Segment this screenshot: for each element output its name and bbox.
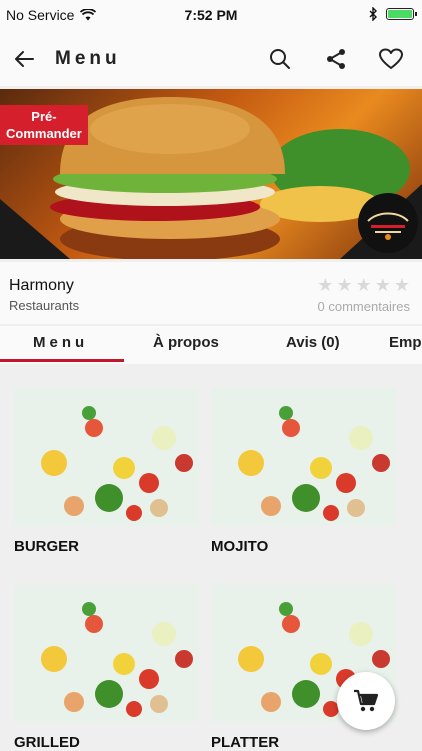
preorder-badge[interactable]: Pré- Commander: [0, 105, 88, 145]
menu-card-image: [211, 388, 396, 526]
logo-mark: [367, 212, 409, 240]
menu-card-image: [14, 584, 199, 722]
produce-item: [238, 450, 264, 476]
menu-card-label: GRILLED: [14, 734, 80, 751]
bluetooth-icon: [369, 7, 377, 21]
produce-item: [150, 695, 168, 713]
produce-item: [372, 650, 390, 668]
menu-card-label: BURGER: [14, 538, 80, 555]
produce-item: [292, 680, 320, 708]
produce-item: [292, 484, 320, 512]
produce-item: [85, 615, 103, 633]
status-time: 7:52 PM: [184, 7, 238, 23]
status-bar: No Service 7:52 PM: [0, 0, 422, 32]
restaurant-category: Restaurants: [9, 298, 80, 313]
produce-item: [64, 692, 84, 712]
tab-location[interactable]: Emp: [389, 334, 422, 351]
produce-item: [372, 454, 390, 472]
hero-banner: Pré- Commander: [0, 89, 422, 259]
produce-illustration: [41, 602, 193, 717]
star-icon: ★: [317, 275, 334, 295]
app-bar: Menu: [0, 32, 422, 86]
star-icon: ★: [374, 275, 391, 295]
produce-item: [82, 406, 96, 420]
search-button[interactable]: [266, 45, 294, 73]
produce-item: [279, 406, 293, 420]
produce-item: [349, 622, 373, 646]
back-arrow-icon: [15, 51, 34, 67]
produce-item: [347, 499, 365, 517]
rating-stars[interactable]: ★ ★ ★ ★ ★: [317, 276, 410, 294]
produce-item: [113, 653, 135, 675]
produce-item: [152, 622, 176, 646]
preorder-label: Pré- Commander: [6, 109, 82, 141]
tab-menu[interactable]: Menu: [33, 334, 88, 351]
share-button[interactable]: [322, 45, 350, 73]
restaurant-name: Harmony: [9, 277, 74, 294]
produce-item: [139, 473, 159, 493]
produce-illustration: [41, 406, 193, 521]
produce-item: [349, 426, 373, 450]
produce-item: [150, 499, 168, 517]
produce-item: [310, 653, 332, 675]
menu-card-image: [14, 388, 199, 526]
produce-item: [113, 457, 135, 479]
menu-card-grilled[interactable]: GRILLED: [14, 584, 199, 751]
produce-item: [126, 505, 142, 521]
star-icon: ★: [393, 275, 410, 295]
menu-card-mojito[interactable]: MOJITO: [211, 388, 396, 555]
page-title: Menu: [55, 48, 121, 69]
comments-count[interactable]: 0 commentaires: [318, 299, 410, 314]
star-icon: ★: [336, 275, 353, 295]
tab-about[interactable]: À propos: [153, 334, 219, 351]
status-right: [369, 7, 417, 21]
menu-card-label: MOJITO: [211, 538, 269, 555]
produce-item: [139, 669, 159, 689]
produce-item: [95, 484, 123, 512]
cart-button[interactable]: [337, 672, 395, 730]
produce-item: [175, 650, 193, 668]
produce-item: [261, 692, 281, 712]
cart-icon: [354, 689, 379, 712]
produce-item: [261, 496, 281, 516]
active-tab-indicator: [0, 359, 124, 362]
produce-item: [64, 496, 84, 516]
produce-item: [282, 615, 300, 633]
restaurant-info: Harmony Restaurants ★ ★ ★ ★ ★ 0 commenta…: [0, 262, 422, 324]
tab-reviews[interactable]: Avis (0): [286, 334, 340, 351]
produce-illustration: [238, 406, 390, 521]
produce-item: [336, 473, 356, 493]
favorite-button[interactable]: [377, 45, 405, 73]
produce-item: [152, 426, 176, 450]
back-button[interactable]: [10, 45, 38, 73]
produce-item: [279, 602, 293, 616]
produce-item: [85, 419, 103, 437]
produce-item: [126, 701, 142, 717]
star-icon: ★: [355, 275, 372, 295]
search-icon: [270, 49, 290, 69]
produce-item: [282, 419, 300, 437]
produce-item: [95, 680, 123, 708]
menu-card-burger[interactable]: BURGER: [14, 388, 199, 555]
tab-bar: Menu À propos Avis (0) Emp: [0, 326, 422, 364]
produce-item: [238, 646, 264, 672]
produce-item: [175, 454, 193, 472]
heart-icon: [379, 48, 403, 69]
battery-icon: [386, 8, 417, 20]
battery-level: [388, 10, 412, 18]
share-icon: [327, 49, 345, 69]
produce-item: [82, 602, 96, 616]
produce-item: [41, 450, 67, 476]
produce-item: [41, 646, 67, 672]
produce-item: [323, 505, 339, 521]
produce-item: [310, 457, 332, 479]
restaurant-logo: [358, 193, 418, 253]
menu-card-label: PLATTER: [211, 734, 280, 751]
